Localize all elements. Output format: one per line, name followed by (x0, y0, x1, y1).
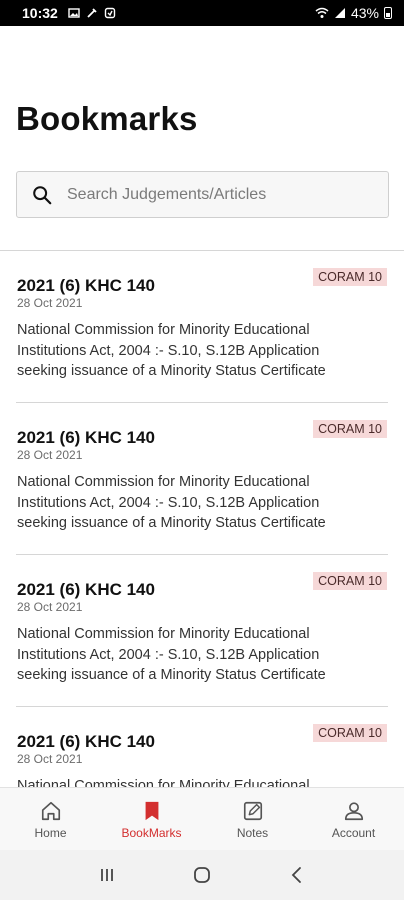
nav-item-home[interactable]: Home (0, 788, 101, 850)
search-icon (33, 185, 52, 204)
bookmark-date: 28 Oct 2021 (17, 600, 83, 614)
bookmark-icon (145, 801, 158, 821)
coram-badge: CORAM 10 (313, 420, 387, 438)
bookmark-summary: National Commission for Minority Educati… (17, 626, 326, 683)
bookmark-citation: 2021 (6) KHC 140 (17, 276, 155, 295)
nav-label-notes: Notes (236, 826, 269, 840)
bookmark-date: 28 Oct 2021 (17, 296, 83, 310)
nav-item-account[interactable]: Account (303, 788, 404, 850)
bookmark-summary: National Commission for Minority Educati… (17, 778, 310, 787)
recent-apps-icon[interactable] (97, 865, 117, 885)
bookmark-list[interactable]: 2021 (6) KHC 140 28 Oct 2021 CORAM 10 Na… (0, 251, 404, 787)
nav-label-home: Home (34, 826, 67, 840)
status-bar: 10:32 43% (0, 0, 404, 26)
signal-icon (334, 8, 345, 18)
bookmark-summary: National Commission for Minority Educati… (17, 474, 326, 531)
page-title: Bookmarks (16, 100, 198, 137)
bookmark-card[interactable]: 2021 (6) KHC 140 28 Oct 2021 CORAM 10 Na… (16, 555, 388, 707)
bookmark-card[interactable]: 2021 (6) KHC 140 28 Oct 2021 CORAM 10 Na… (16, 403, 388, 555)
bookmark-card[interactable]: 2021 (6) KHC 140 28 Oct 2021 CORAM 10 Na… (16, 707, 388, 787)
note-edit-icon (243, 801, 262, 821)
status-right: 43% (315, 5, 392, 21)
bookmark-card[interactable]: 2021 (6) KHC 140 28 Oct 2021 CORAM 10 Na… (16, 251, 388, 403)
nav-label-account: Account (331, 826, 376, 840)
bookmark-citation: 2021 (6) KHC 140 (17, 580, 155, 599)
bookmark-summary: National Commission for Minority Educati… (17, 322, 326, 379)
coram-badge: CORAM 10 (313, 268, 387, 286)
home-button-icon[interactable] (192, 865, 212, 885)
nav-item-notes[interactable]: Notes (202, 788, 303, 850)
status-time: 10:32 (22, 5, 58, 21)
nav-label-bookmarks: BookMarks (121, 826, 182, 840)
status-left: 10:32 (22, 5, 116, 21)
wifi-icon (315, 7, 329, 18)
system-nav-bar (0, 850, 404, 900)
bookmark-citation: 2021 (6) KHC 140 (17, 732, 155, 751)
nav-item-bookmarks[interactable]: BookMarks (101, 788, 202, 850)
bottom-nav: Home BookMarks Notes Account (0, 787, 404, 850)
coram-badge: CORAM 10 (313, 724, 387, 742)
tool-notification-icon (87, 8, 97, 18)
gallery-notification-icon (68, 8, 80, 18)
app-notification-icon (104, 7, 116, 19)
coram-badge: CORAM 10 (313, 572, 387, 590)
bookmark-date: 28 Oct 2021 (17, 752, 83, 766)
search-box[interactable] (16, 171, 389, 218)
search-input[interactable] (67, 185, 367, 204)
bookmark-citation: 2021 (6) KHC 140 (17, 428, 155, 447)
user-icon (344, 802, 363, 821)
battery-icon (384, 7, 392, 19)
back-icon[interactable] (287, 865, 307, 885)
bookmark-date: 28 Oct 2021 (17, 448, 83, 462)
home-icon (41, 801, 60, 821)
battery-percent: 43% (350, 5, 379, 21)
